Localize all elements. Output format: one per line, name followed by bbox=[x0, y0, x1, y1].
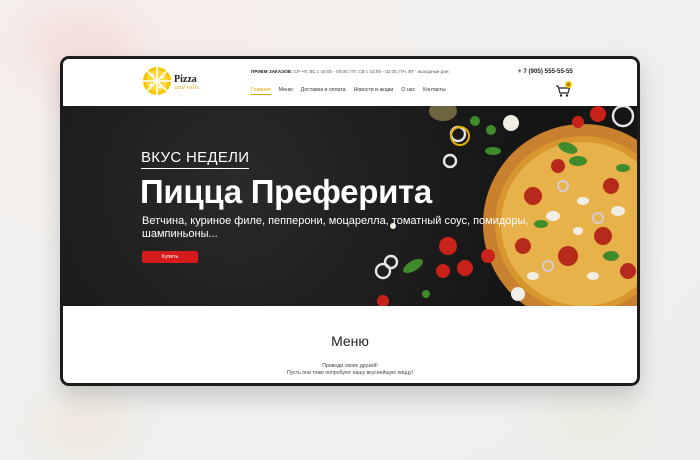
browser-window: Pizza and rolls ПРИЕМ ЗАКАЗОВ: СР-ЧТ, ВС… bbox=[60, 56, 640, 386]
nav-item-news[interactable]: Новости и акции bbox=[354, 87, 394, 95]
hero-title: Пицца Преферита bbox=[140, 173, 432, 210]
menu-section-subtitle: Приводи своих друзей! bbox=[322, 363, 378, 369]
logo-subtitle: and rolls bbox=[175, 85, 199, 91]
nav-item-menu[interactable]: Меню bbox=[279, 87, 293, 95]
order-hours-text: СР-ЧТ, ВС с 15:00 - 00:00; ПТ, СБ с 15:0… bbox=[292, 69, 449, 74]
nav-item-delivery[interactable]: Доставка и оплата bbox=[301, 87, 346, 95]
site-logo[interactable]: Pizza and rolls bbox=[141, 65, 236, 99]
main-nav: Главная Меню Доставка и оплата Новости и… bbox=[251, 87, 446, 95]
hero-banner: ВКУС НЕДЕЛИ Пицца Преферита Ветчина, кур… bbox=[63, 106, 637, 306]
nav-item-about[interactable]: О нас bbox=[401, 87, 415, 95]
background-blur bbox=[540, 400, 650, 450]
nav-item-home[interactable]: Главная bbox=[251, 87, 271, 95]
cart-count-badge: 0 bbox=[565, 81, 572, 88]
hero-kicker: ВКУС НЕДЕЛИ bbox=[141, 149, 250, 169]
order-hours-label: ПРИЕМ ЗАКАЗОВ: bbox=[251, 69, 293, 74]
hero-description: Ветчина, куриное филе, пепперони, моцаре… bbox=[142, 215, 529, 240]
site-header: Pizza and rolls ПРИЕМ ЗАКАЗОВ: СР-ЧТ, ВС… bbox=[63, 59, 637, 106]
buy-button[interactable]: Купить bbox=[142, 251, 198, 263]
menu-section-subtitle: Пусть они тоже попробуют нашу вкуснейшую… bbox=[286, 370, 414, 376]
order-hours: ПРИЕМ ЗАКАЗОВ: СР-ЧТ, ВС с 15:00 - 00:00… bbox=[251, 69, 449, 74]
logo-title: Pizza bbox=[174, 74, 197, 85]
pizza-logo-icon bbox=[143, 67, 171, 95]
phone-number[interactable]: + 7 (905) 555-55-55 bbox=[518, 68, 573, 75]
menu-section-title: Меню bbox=[331, 333, 369, 349]
nav-item-contacts[interactable]: Контакты bbox=[423, 87, 445, 95]
background-blur bbox=[40, 400, 130, 450]
menu-section: Меню Приводи своих друзей! Пусть они тож… bbox=[63, 306, 637, 383]
